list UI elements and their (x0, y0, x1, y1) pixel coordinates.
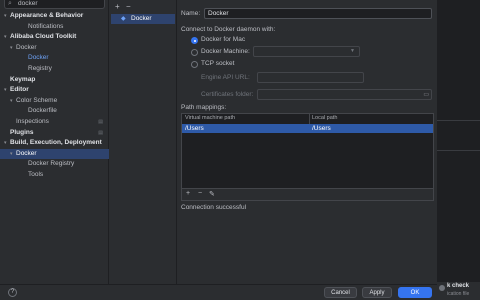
sidebar-item-label: Color Scheme (16, 96, 58, 104)
docker-connection-label: Docker (131, 15, 152, 22)
docker-config-pane: Name: Docker Connect to Docker daemon wi… (177, 0, 437, 284)
sidebar-item-docker[interactable]: Docker (0, 53, 109, 63)
sidebar-item-label: Editor (10, 86, 29, 94)
project-scope-icon: ▤ (98, 129, 103, 136)
path-mappings-toolbar: + − ✎ (181, 189, 434, 201)
sidebar-item-label: Build, Execution, Deployment (10, 139, 102, 147)
tcp-socket-radio[interactable] (191, 61, 198, 68)
chevron-down-icon[interactable]: ▾ (4, 32, 7, 42)
help-button[interactable]: ? (8, 288, 17, 297)
folder-icon[interactable]: ▭ (423, 91, 429, 98)
sidebar-item-label: Tools (28, 171, 44, 178)
connection-status: Connection successful (181, 204, 247, 211)
sidebar-item-label: Docker (16, 149, 37, 157)
sidebar-item-editor[interactable]: ▾ Editor (0, 85, 109, 95)
remove-connection-button[interactable]: − (126, 2, 131, 11)
sidebar-item-label: Dockerfile (28, 107, 57, 115)
sidebar-item-label: Docker Registry (28, 160, 75, 168)
sidebar-item-dockerfile[interactable]: Dockerfile (0, 106, 109, 116)
chevron-down-icon[interactable]: ▾ (10, 43, 13, 53)
divider (437, 120, 480, 121)
edit-mapping-button[interactable]: ✎ (209, 190, 215, 198)
path-mappings-table: Virtual machine path Local path /Users /… (181, 113, 434, 189)
sidebar-item-tools[interactable]: Tools (0, 170, 109, 180)
docker-machine-radio[interactable] (191, 49, 198, 56)
sidebar-item-plugins[interactable]: Plugins ▤ (0, 128, 109, 138)
sidebar-item-registry[interactable]: Registry (0, 64, 109, 74)
sidebar-item-label: Registry (28, 65, 52, 72)
sidebar-item-docker[interactable]: ▾ Docker (0, 148, 109, 159)
notification-subtitle: ication file (447, 291, 470, 297)
name-field[interactable]: Docker (204, 8, 432, 19)
notification-title: k check (447, 283, 470, 289)
chevron-down-icon[interactable]: ▾ (4, 11, 7, 21)
sidebar-item-build-execution-deployment[interactable]: ▾ Build, Execution, Deployment (0, 138, 109, 148)
notification-icon (439, 285, 445, 291)
settings-search-field[interactable]: ⌕ docker (4, 0, 105, 9)
sidebar-item-label: Inspections (16, 118, 49, 125)
docker-machine-label: Docker Machine: (201, 48, 250, 55)
sidebar-item-alibaba-cloud-toolkit[interactable]: ▾ Alibaba Cloud Toolkit (0, 32, 109, 42)
certificates-folder-field[interactable]: ▭ (257, 89, 432, 100)
sidebar-item-label: Appearance & Behavior (10, 12, 84, 19)
list-toolbar: + − (109, 0, 177, 14)
sidebar-item-appearance-behavior[interactable]: ▾ Appearance & Behavior (0, 11, 109, 21)
column-header-local-path[interactable]: Local path (309, 114, 337, 123)
notification-popup[interactable]: k check ication file (437, 282, 480, 300)
tcp-socket-label: TCP socket (201, 60, 235, 67)
name-label: Name: (181, 10, 201, 17)
ok-button[interactable]: OK (398, 287, 432, 298)
vm-path-cell[interactable]: /Users (185, 124, 204, 133)
sidebar-item-docker[interactable]: ▾ Docker (0, 43, 109, 53)
project-scope-icon: ▤ (98, 119, 103, 125)
chevron-down-icon: ▼ (350, 48, 355, 54)
sidebar-item-notifications[interactable]: Notifications (0, 22, 109, 32)
chevron-down-icon[interactable]: ▾ (10, 149, 13, 159)
connect-label: Connect to Docker daemon with: (181, 26, 276, 33)
sidebar-item-label: Docker (16, 43, 37, 51)
sidebar-item-color-scheme[interactable]: ▾ Color Scheme (0, 96, 109, 106)
sidebar-item-label: Alibaba Cloud Toolkit (10, 33, 77, 41)
ide-background (437, 0, 480, 300)
sidebar-item-inspections[interactable]: Inspections ▤ (0, 117, 109, 127)
divider (437, 150, 480, 151)
table-row[interactable]: /Users /Users (182, 124, 433, 133)
dialog-button-bar: ? Cancel Apply OK (0, 284, 437, 300)
sidebar-item-label: Plugins (10, 128, 34, 136)
sidebar-item-label: Docker (28, 54, 49, 62)
remove-mapping-button[interactable]: − (198, 190, 202, 197)
sidebar-item-label: Notifications (28, 22, 64, 30)
sidebar-item-label: Keymap (10, 75, 36, 83)
chevron-down-icon[interactable]: ▾ (4, 138, 7, 148)
chevron-down-icon[interactable]: ▾ (10, 96, 13, 106)
sidebar-item-keymap[interactable]: Keymap (0, 75, 109, 85)
docker-icon: ◆ (121, 16, 126, 22)
certificates-folder-label: Certificates folder: (201, 91, 254, 98)
sidebar-item-docker-registry[interactable]: Docker Registry (0, 159, 109, 169)
local-path-cell[interactable]: /Users (312, 124, 331, 133)
settings-search-input[interactable]: docker (18, 0, 38, 8)
apply-button[interactable]: Apply (362, 287, 392, 298)
chevron-down-icon[interactable]: ▾ (4, 85, 7, 95)
docker-for-mac-label: Docker for Mac (201, 36, 246, 43)
add-connection-button[interactable]: + (115, 2, 120, 11)
path-mappings-label: Path mappings: (181, 104, 227, 111)
search-icon: ⌕ (8, 0, 12, 7)
docker-for-mac-radio[interactable] (191, 37, 198, 44)
docker-connections-panel: + − ◆ Docker (109, 0, 177, 284)
add-mapping-button[interactable]: + (186, 190, 190, 197)
column-header-vm-path[interactable]: Virtual machine path (182, 114, 235, 123)
cancel-button[interactable]: Cancel (324, 287, 357, 298)
engine-api-url-label: Engine API URL: (201, 74, 250, 81)
engine-api-url-field[interactable] (257, 72, 364, 83)
docker-connection-item[interactable]: ◆ Docker (111, 14, 175, 24)
docker-machine-dropdown[interactable]: ▼ (253, 46, 360, 57)
settings-tree-panel: ⌕ docker ▾ Appearance & Behavior Notificat… (0, 0, 109, 284)
